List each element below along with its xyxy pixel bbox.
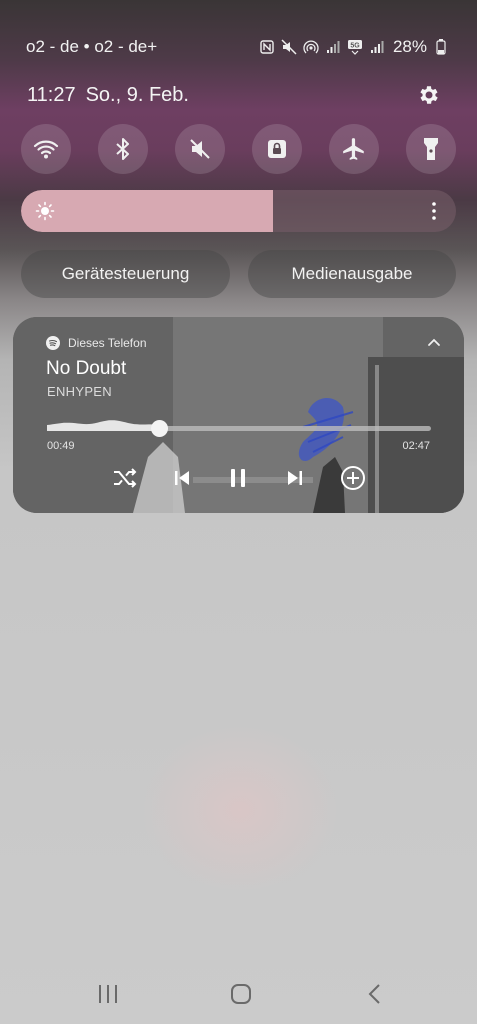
previous-button[interactable]	[168, 464, 196, 492]
airplane-toggle[interactable]	[329, 124, 379, 174]
add-icon	[341, 466, 365, 490]
quick-toggles	[21, 124, 457, 174]
device-control-label: Gerätesteuerung	[61, 264, 190, 283]
5g-icon: 5G	[347, 39, 363, 55]
battery-percent: 28%	[392, 37, 427, 56]
next-icon	[288, 471, 302, 485]
hotspot-icon	[303, 39, 319, 55]
airplane-icon	[343, 138, 364, 160]
device-control-button[interactable]: Gerätesteuerung	[21, 250, 230, 298]
flashlight-toggle[interactable]	[406, 124, 456, 174]
lock-icon	[268, 140, 286, 158]
flashlight-icon	[424, 138, 438, 160]
played-waveform	[47, 420, 160, 431]
playback-source: Dieses Telefon	[46, 336, 147, 350]
date-time: 11:27 So., 9. Feb.	[27, 84, 189, 107]
nfc-icon	[259, 39, 275, 55]
wifi-toggle[interactable]	[21, 124, 71, 174]
song-title: No Doubt	[46, 358, 127, 379]
mute-icon	[190, 139, 210, 159]
svg-text:5G: 5G	[350, 43, 360, 50]
bluetooth-icon	[116, 138, 129, 160]
pause-icon	[231, 469, 245, 487]
sound-toggle[interactable]	[175, 124, 225, 174]
pause-button[interactable]	[224, 464, 252, 492]
playback-controls	[13, 464, 464, 492]
navigation-bar	[0, 982, 477, 1006]
settings-button[interactable]	[415, 82, 441, 108]
clock: 11:27	[27, 84, 76, 106]
signal-icon	[369, 39, 385, 55]
home-button[interactable]	[229, 982, 253, 1006]
total-duration: 02:47	[402, 440, 430, 452]
seek-bar[interactable]	[47, 413, 431, 443]
gear-icon	[420, 86, 438, 104]
status-icons: 5G 28%	[259, 37, 449, 57]
media-player-card[interactable]: Dieses Telefon No Doubt ENHYPEN 00:49 02…	[13, 317, 464, 513]
date-label: So., 9. Feb.	[85, 84, 189, 106]
elapsed-time: 00:49	[47, 440, 75, 452]
battery-icon	[433, 39, 449, 55]
spotify-icon	[46, 336, 60, 350]
mute-icon	[281, 39, 297, 55]
home-icon	[231, 984, 251, 1004]
signal-icon	[325, 39, 341, 55]
recent-apps-button[interactable]	[96, 982, 120, 1006]
media-output-label: Medienausgabe	[291, 264, 413, 283]
brightness-slider[interactable]	[21, 190, 456, 232]
add-to-playlist-button[interactable]	[339, 464, 367, 492]
carrier-label: o2 - de • o2 - de+	[26, 37, 158, 56]
shuffle-icon	[114, 468, 137, 488]
back-button[interactable]	[363, 982, 387, 1006]
next-button[interactable]	[281, 464, 309, 492]
back-icon	[368, 984, 380, 1004]
media-output-button[interactable]: Medienausgabe	[248, 250, 456, 298]
brightness-fill	[21, 190, 274, 232]
shuffle-button[interactable]	[111, 464, 139, 492]
chevron-up-icon[interactable]	[426, 335, 442, 351]
sun-icon	[35, 201, 55, 221]
artist-name: ENHYPEN	[47, 384, 112, 399]
bluetooth-toggle[interactable]	[98, 124, 148, 174]
recent-apps-icon	[99, 985, 117, 1003]
seek-thumb[interactable]	[151, 420, 169, 437]
rotation-lock-toggle[interactable]	[252, 124, 302, 174]
status-bar: o2 - de • o2 - de+ 5G 28%	[26, 36, 449, 58]
source-label: Dieses Telefon	[68, 336, 147, 350]
previous-icon	[175, 471, 189, 485]
wifi-icon	[33, 140, 59, 159]
more-options-icon[interactable]	[430, 201, 438, 221]
